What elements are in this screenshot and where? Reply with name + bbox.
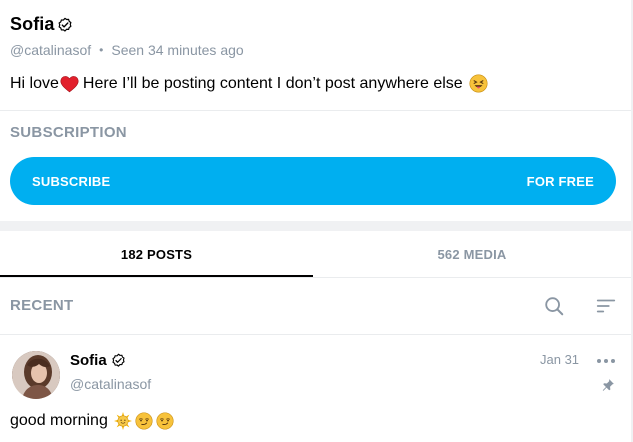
post-author-row: Sofia — [70, 352, 126, 369]
profile-header: Sofia @catalinasof • Seen 34 minutes ago… — [10, 0, 620, 110]
subscription-title: SUBSCRIPTION — [10, 124, 127, 141]
profile-bio: Hi love Here I’ll be posting content I d… — [10, 74, 488, 93]
tab-media[interactable]: 562 MEDIA — [313, 231, 631, 277]
red-heart-emoji-icon — [60, 75, 79, 92]
post-author-name[interactable]: Sofia — [70, 352, 107, 369]
meta-separator: • — [99, 43, 104, 57]
feed-divider — [0, 334, 631, 335]
pin-icon — [602, 379, 614, 391]
section-gap — [0, 221, 631, 231]
smirking-face-emoji-icon — [156, 412, 174, 430]
subscribe-price-label: FOR FREE — [526, 173, 594, 189]
subscribe-button-label: SUBSCRIBE — [32, 173, 111, 189]
pinned-indicator — [600, 377, 616, 393]
bio-text-end: Here I’ll be posting content I don’t pos… — [82, 74, 463, 92]
post-item: Sofia @catalinasof Jan 31 good morning — [0, 340, 631, 442]
profile-tabs: 182 POSTS 562 MEDIA — [0, 231, 631, 277]
verified-badge-icon — [112, 353, 125, 367]
feed-title: RECENT — [10, 297, 74, 314]
profile-meta: @catalinasof • Seen 34 minutes ago — [10, 42, 244, 58]
profile-handle[interactable]: @catalinasof — [10, 42, 91, 58]
profile-name-row: Sofia — [10, 14, 73, 35]
post-body: good morning — [10, 412, 174, 430]
sun-with-face-emoji-icon — [113, 412, 132, 430]
verified-badge-icon — [58, 17, 71, 32]
post-date[interactable]: Jan 31 — [540, 352, 579, 367]
author-avatar[interactable] — [12, 351, 60, 399]
post-options-button[interactable] — [594, 354, 618, 368]
profile-name[interactable]: Sofia — [10, 14, 55, 35]
header-divider — [0, 110, 631, 111]
subscribe-button[interactable]: SUBSCRIBE FOR FREE — [10, 157, 616, 205]
post-author-handle[interactable]: @catalinasof — [70, 376, 151, 392]
more-options-icon — [597, 359, 615, 363]
search-icon — [545, 297, 564, 316]
search-button[interactable] — [541, 293, 567, 319]
bio-text-start: Hi love — [10, 74, 59, 92]
smirking-face-emoji-icon — [135, 412, 153, 430]
tab-posts[interactable]: 182 POSTS — [0, 231, 313, 277]
sort-button[interactable] — [593, 294, 619, 318]
face-with-tongue-emoji-icon — [469, 74, 488, 93]
post-text: good morning — [10, 412, 108, 429]
sort-icon — [596, 299, 616, 313]
last-seen-status: Seen 34 minutes ago — [111, 42, 244, 58]
tabs-divider — [0, 277, 631, 278]
avatar-image — [12, 351, 60, 399]
